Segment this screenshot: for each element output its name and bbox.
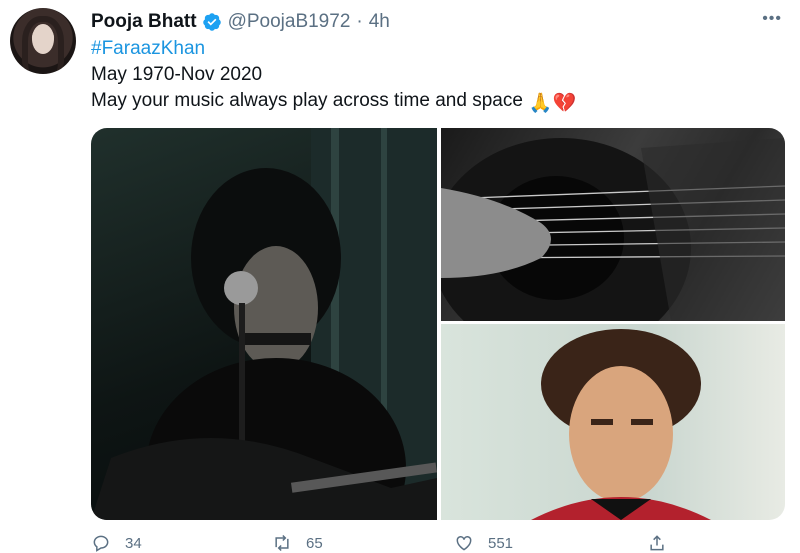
media-grid <box>91 128 785 520</box>
photo-portrait-illustration <box>531 329 711 520</box>
avatar-face <box>32 24 54 54</box>
reply-icon <box>93 535 109 552</box>
avatar[interactable] <box>10 8 76 74</box>
reply-button[interactable]: 34 <box>91 533 142 553</box>
retweet-count: 65 <box>306 534 323 552</box>
heart-icon <box>456 535 472 551</box>
photo-young-portrait[interactable] <box>441 324 785 520</box>
handle[interactable]: @PoojaB1972 <box>228 11 351 33</box>
photo-singer-illustration <box>91 128 437 520</box>
photo-guitar-strings[interactable] <box>441 128 785 321</box>
retweet-button[interactable]: 65 <box>272 533 323 553</box>
emoji-pray-broken-heart: 🙏💔 <box>528 93 577 114</box>
retweet-icon <box>275 534 289 552</box>
tweet-header: Pooja Bhatt @PoojaB1972 · 4h <box>91 9 390 35</box>
hashtag-link[interactable]: #FaraazKhan <box>91 37 205 61</box>
photo-guitar-illustration <box>441 138 785 321</box>
share-button[interactable] <box>647 533 681 553</box>
more-icon[interactable]: ••• <box>762 10 782 28</box>
like-button[interactable]: 551 <box>454 533 513 553</box>
tweet-text-line-1: May 1970-Nov 2020 <box>91 64 263 85</box>
tweet-text-line-2-text: May your music always play across time a… <box>91 90 523 111</box>
separator: · <box>356 11 363 32</box>
verified-badge-icon <box>202 13 221 31</box>
display-name[interactable]: Pooja Bhatt <box>91 11 197 33</box>
tweet-text-line-2: May your music always play across time a… <box>91 89 576 116</box>
reply-count: 34 <box>125 534 142 552</box>
share-icon <box>650 535 664 551</box>
tweet-actions: 34 65 551 <box>91 533 691 553</box>
photo-singer-with-microphone[interactable] <box>91 128 437 520</box>
like-count: 551 <box>488 534 514 552</box>
timestamp[interactable]: 4h <box>369 11 390 33</box>
